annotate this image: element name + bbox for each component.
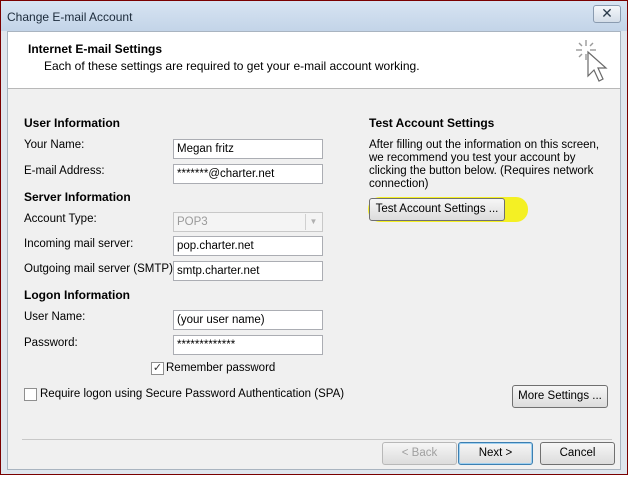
account-type-select: POP3 ▼	[173, 212, 323, 232]
spa-label: Require logon using Secure Password Auth…	[40, 388, 345, 400]
remember-password-label: Remember password	[166, 362, 276, 374]
outgoing-server-label: Outgoing mail server (SMTP):	[24, 263, 177, 275]
wizard-cursor-icon	[576, 40, 608, 82]
next-button[interactable]: Next >	[458, 442, 533, 465]
header-panel: Internet E-mail Settings Each of these s…	[8, 32, 620, 89]
user-info-heading: User Information	[24, 116, 121, 130]
server-info-heading: Server Information	[24, 190, 131, 204]
cancel-button[interactable]: Cancel	[540, 442, 615, 465]
title-bar: Change E-mail Account ✕	[1, 1, 627, 31]
account-type-label: Account Type:	[24, 213, 97, 225]
footer-divider	[22, 439, 612, 440]
email-address-input[interactable]: *******@charter.net	[173, 164, 323, 184]
account-type-value: POP3	[177, 216, 208, 228]
window-title: Change E-mail Account	[7, 10, 133, 24]
user-name-input[interactable]: (your user name)	[173, 310, 323, 330]
dialog-client-area: Internet E-mail Settings Each of these s…	[7, 31, 621, 470]
spa-checkbox[interactable]	[24, 388, 37, 401]
logon-info-heading: Logon Information	[24, 288, 130, 302]
your-name-input[interactable]: Megan fritz	[173, 139, 323, 159]
email-address-label: E-mail Address:	[24, 165, 105, 177]
test-account-description: After filling out the information on thi…	[369, 139, 600, 190]
password-input[interactable]: *************	[173, 335, 323, 355]
chevron-down-icon: ▼	[305, 214, 321, 230]
header-subtitle: Each of these settings are required to g…	[44, 59, 420, 73]
incoming-server-label: Incoming mail server:	[24, 238, 134, 250]
back-button[interactable]: < Back	[382, 442, 457, 465]
test-account-heading: Test Account Settings	[369, 116, 495, 130]
password-label: Password:	[24, 337, 78, 349]
test-account-settings-button[interactable]: Test Account Settings ...	[369, 198, 505, 221]
your-name-label: Your Name:	[24, 139, 85, 151]
remember-password-checkbox[interactable]: ✓	[151, 362, 164, 375]
outgoing-server-input[interactable]: smtp.charter.net	[173, 261, 323, 281]
incoming-server-input[interactable]: pop.charter.net	[173, 236, 323, 256]
change-email-account-window: Change E-mail Account ✕ Internet E-mail …	[0, 0, 628, 475]
header-title: Internet E-mail Settings	[28, 42, 163, 56]
user-name-label: User Name:	[24, 311, 86, 323]
close-button[interactable]: ✕	[593, 5, 621, 23]
more-settings-button[interactable]: More Settings ...	[512, 385, 608, 408]
